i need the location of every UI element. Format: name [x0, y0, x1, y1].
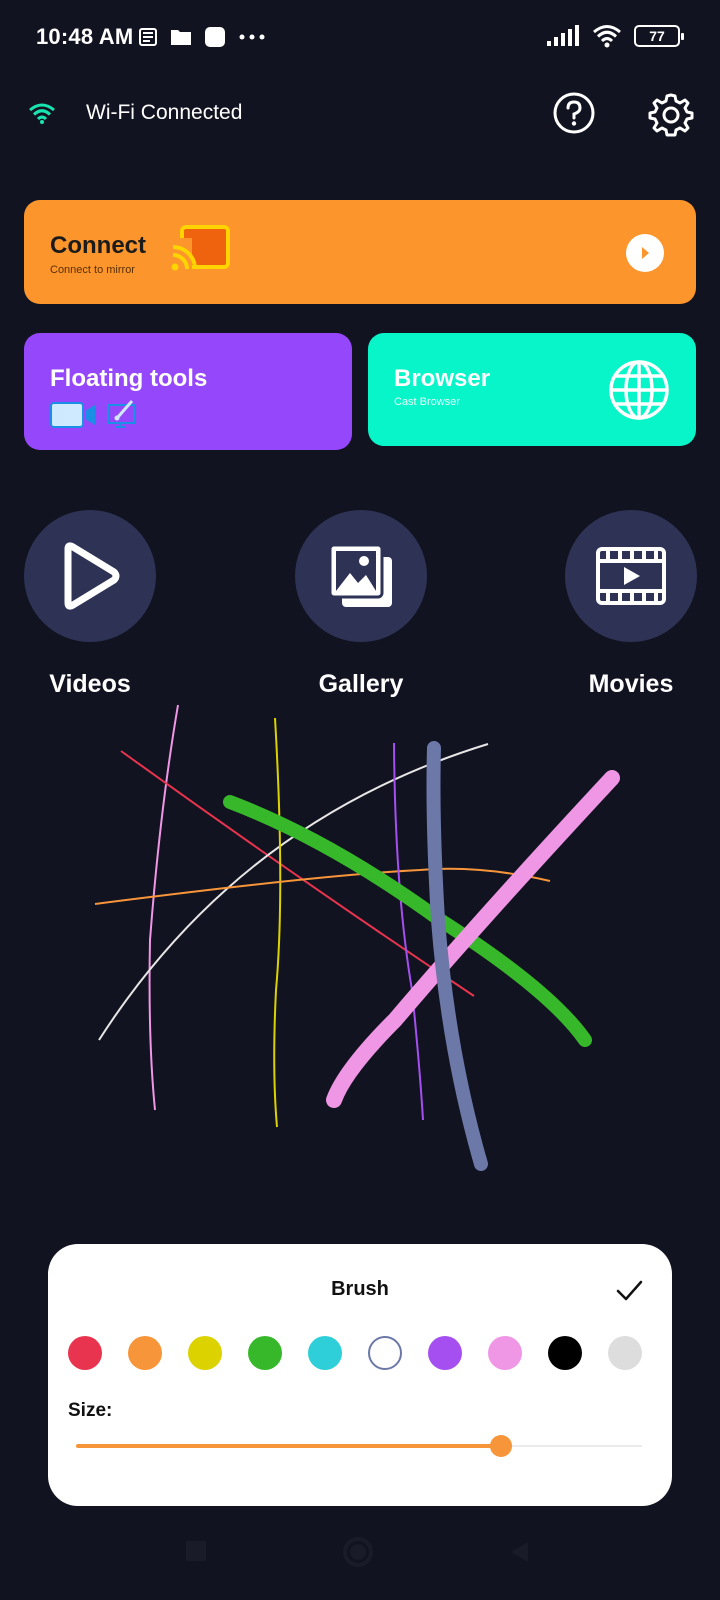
globe-icon — [609, 360, 669, 420]
connect-arrow-button[interactable] — [626, 234, 664, 272]
navigation-bar — [0, 1520, 720, 1600]
color-swatches — [68, 1336, 658, 1370]
browser-title: Browser — [394, 365, 491, 392]
movies-shortcut[interactable]: Movies — [565, 510, 697, 699]
app-icon — [205, 27, 225, 47]
brush-stroke-pink-thick — [326, 770, 620, 1108]
movie-icon — [596, 547, 666, 605]
news-icon — [139, 28, 157, 46]
folder-icon — [171, 30, 191, 45]
video-camera-icon — [50, 402, 95, 428]
battery-icon: 77 — [634, 25, 684, 47]
wifi-status: Wi-Fi Connected — [28, 101, 242, 125]
slider-fill — [76, 1444, 501, 1448]
brush-stroke-red — [120, 750, 475, 997]
browser-subtitle: Cast Browser — [394, 396, 461, 408]
screen-brush-icon — [107, 400, 135, 428]
signal-icon — [547, 25, 579, 46]
connect-card[interactable]: Connect Connect to mirror — [24, 200, 696, 304]
wifi-icon — [29, 103, 55, 124]
brush-stroke-yellow — [273, 717, 282, 1128]
connect-subtitle: Connect to mirror — [50, 264, 135, 276]
gallery-icon — [328, 543, 392, 607]
connect-title: Connect — [50, 232, 146, 259]
gallery-shortcut[interactable]: Gallery — [295, 510, 427, 699]
floating-tools-card[interactable]: Floating tools — [24, 333, 352, 450]
color-swatch[interactable] — [68, 1336, 102, 1370]
brush-title: Brush — [331, 1278, 389, 1300]
gallery-circle[interactable] — [295, 510, 427, 642]
color-swatch[interactable] — [368, 1336, 402, 1370]
color-swatch[interactable] — [248, 1336, 282, 1370]
color-swatch[interactable] — [548, 1336, 582, 1370]
videos-shortcut[interactable]: Videos — [24, 510, 156, 699]
videos-circle[interactable] — [24, 510, 156, 642]
settings-icon — [648, 93, 694, 137]
color-swatch[interactable] — [608, 1336, 642, 1370]
floating-tools-title: Floating tools — [50, 365, 208, 392]
movies-circle[interactable] — [565, 510, 697, 642]
help-button[interactable] — [552, 91, 596, 135]
help-icon — [553, 92, 595, 134]
status-bar: 10:48 AM 77 — [0, 0, 720, 78]
battery-level: 77 — [649, 28, 665, 44]
drawing-canvas[interactable] — [0, 690, 720, 1200]
chevron-right-icon — [642, 247, 649, 259]
wifi-icon — [593, 25, 621, 48]
brush-stroke-purple — [393, 742, 424, 1121]
recents-icon[interactable] — [185, 1540, 207, 1562]
header: Wi-Fi Connected — [0, 85, 720, 147]
brush-stroke-pink-thin — [148, 704, 179, 1111]
brush-stroke-orange — [94, 867, 551, 905]
size-slider[interactable] — [76, 1434, 642, 1458]
settings-button[interactable] — [648, 91, 694, 137]
back-icon[interactable] — [508, 1540, 530, 1564]
checkmark-icon[interactable] — [614, 1276, 644, 1306]
home-icon[interactable] — [342, 1536, 374, 1568]
play-icon — [64, 542, 120, 610]
color-swatch[interactable] — [128, 1336, 162, 1370]
color-swatch[interactable] — [188, 1336, 222, 1370]
cast-icon — [170, 225, 230, 272]
slider-thumb[interactable] — [489, 1435, 512, 1457]
wifi-status-label: Wi-Fi Connected — [86, 101, 243, 124]
size-label: Size: — [68, 1400, 113, 1421]
color-swatch[interactable] — [308, 1336, 342, 1370]
more-dots-icon — [239, 34, 265, 40]
brush-panel: Brush Size: — [48, 1244, 672, 1506]
status-time: 10:48 AM — [36, 24, 134, 49]
color-swatch[interactable] — [488, 1336, 522, 1370]
browser-card[interactable]: Browser Cast Browser — [368, 333, 696, 446]
color-swatch[interactable] — [428, 1336, 462, 1370]
